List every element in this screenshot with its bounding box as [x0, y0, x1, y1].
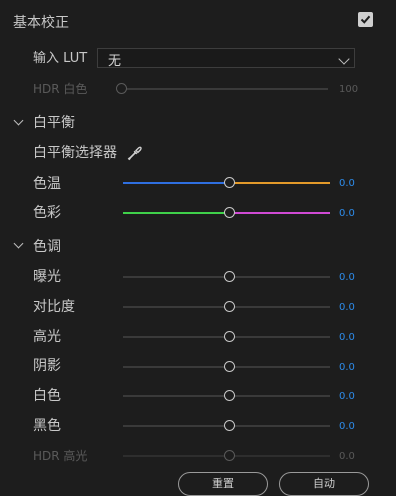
exposure-knob[interactable] — [224, 271, 235, 282]
shadows-knob[interactable] — [224, 361, 235, 372]
hdr-white-knob — [116, 83, 127, 94]
hdr-white-track — [123, 88, 328, 90]
temperature-knob[interactable] — [224, 177, 235, 188]
tint-track-left[interactable] — [123, 212, 225, 214]
white-balance-collapse-icon[interactable] — [13, 115, 24, 126]
temperature-label: 色温 — [33, 176, 61, 192]
hdr-highlights-value: 0.0 — [339, 451, 355, 462]
hdr-highlights-knob — [224, 450, 235, 461]
highlights-label: 高光 — [33, 329, 61, 345]
shadows-value[interactable]: 0.0 — [339, 362, 355, 373]
hdr-highlights-label: HDR 高光 — [33, 449, 88, 463]
white-balance-header[interactable]: 白平衡 — [33, 115, 75, 131]
eyedropper-icon[interactable] — [126, 144, 144, 166]
hdr-white-value: 100 — [339, 84, 359, 95]
section-title: 基本校正 — [13, 15, 69, 31]
input-lut-label: 输入 LUT — [33, 51, 88, 66]
tint-track-right[interactable] — [234, 212, 330, 214]
exposure-label: 曝光 — [33, 269, 61, 285]
temperature-track-right[interactable] — [234, 182, 330, 184]
tint-knob[interactable] — [224, 207, 235, 218]
highlights-knob[interactable] — [224, 331, 235, 342]
hdr-white-label: HDR 白色 — [33, 82, 88, 96]
tint-value[interactable]: 0.0 — [339, 208, 355, 219]
exposure-value[interactable]: 0.0 — [339, 272, 355, 283]
input-lut-dropdown[interactable]: 无 — [97, 48, 355, 69]
tint-label: 色彩 — [33, 205, 61, 221]
temperature-value[interactable]: 0.0 — [339, 178, 355, 189]
wb-picker-label: 白平衡选择器 — [33, 145, 117, 161]
tone-header[interactable]: 色调 — [33, 239, 61, 255]
shadows-label: 阴影 — [33, 358, 61, 374]
auto-button[interactable]: 自动 — [279, 472, 369, 496]
enable-checkbox[interactable] — [358, 12, 373, 27]
chevron-down-icon — [338, 53, 350, 65]
contrast-value[interactable]: 0.0 — [339, 302, 355, 313]
temperature-track-left[interactable] — [123, 182, 225, 184]
blacks-knob[interactable] — [224, 420, 235, 431]
highlights-value[interactable]: 0.0 — [339, 332, 355, 343]
contrast-label: 对比度 — [33, 299, 75, 315]
input-lut-value: 无 — [108, 54, 122, 69]
blacks-value[interactable]: 0.0 — [339, 421, 355, 432]
whites-knob[interactable] — [224, 390, 235, 401]
tone-collapse-icon[interactable] — [13, 238, 24, 249]
blacks-label: 黑色 — [33, 418, 61, 434]
whites-value[interactable]: 0.0 — [339, 391, 355, 402]
reset-button[interactable]: 重置 — [178, 472, 268, 496]
contrast-knob[interactable] — [224, 301, 235, 312]
whites-label: 白色 — [33, 388, 61, 404]
